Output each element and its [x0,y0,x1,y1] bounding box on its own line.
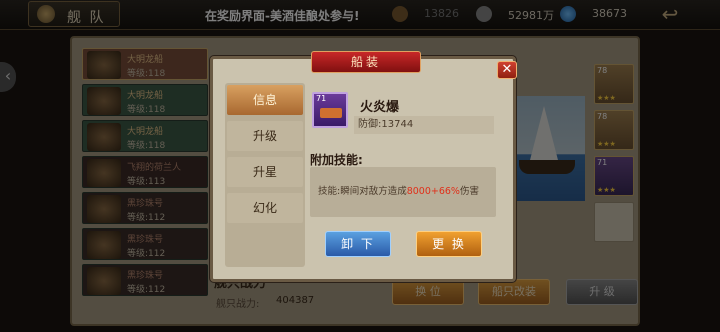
equip-name: 火炎爆 [360,100,400,115]
dialog-tabs: 信息 升级 升星 幻化 [225,83,305,267]
dialog-title: 船装 [311,51,421,73]
unload-button[interactable]: 卸 下 [325,231,391,257]
equip-level: 71 [316,94,327,103]
cannon-shape [320,108,342,118]
equipment-dialog: 船装 ✕ 信息 升级 升星 幻化 71 火炎爆 防御:13744 附加技能: 技… [210,51,517,282]
skill-description: 技能:瞬间对敌方造成8000+66%伤害 [310,167,496,217]
tab-transform[interactable]: 幻化 [227,193,303,223]
equipment-info: 71 火炎爆 防御:13744 [310,86,496,136]
cannon-icon: 71 [312,92,348,128]
close-icon[interactable]: ✕ [497,61,517,79]
skill-value: 8000+66% [406,186,460,197]
tab-upgrade[interactable]: 升级 [227,121,303,151]
skill-suffix: 伤害 [459,186,479,197]
tab-info[interactable]: 信息 [227,85,303,115]
equip-defense-stat: 防御:13744 [354,116,494,134]
tab-star[interactable]: 升星 [227,157,303,187]
skill-prefix: 技能:瞬间对敌方造成 [318,186,407,197]
replace-button[interactable]: 更 换 [416,231,482,257]
skill-label: 附加技能: [310,153,363,167]
